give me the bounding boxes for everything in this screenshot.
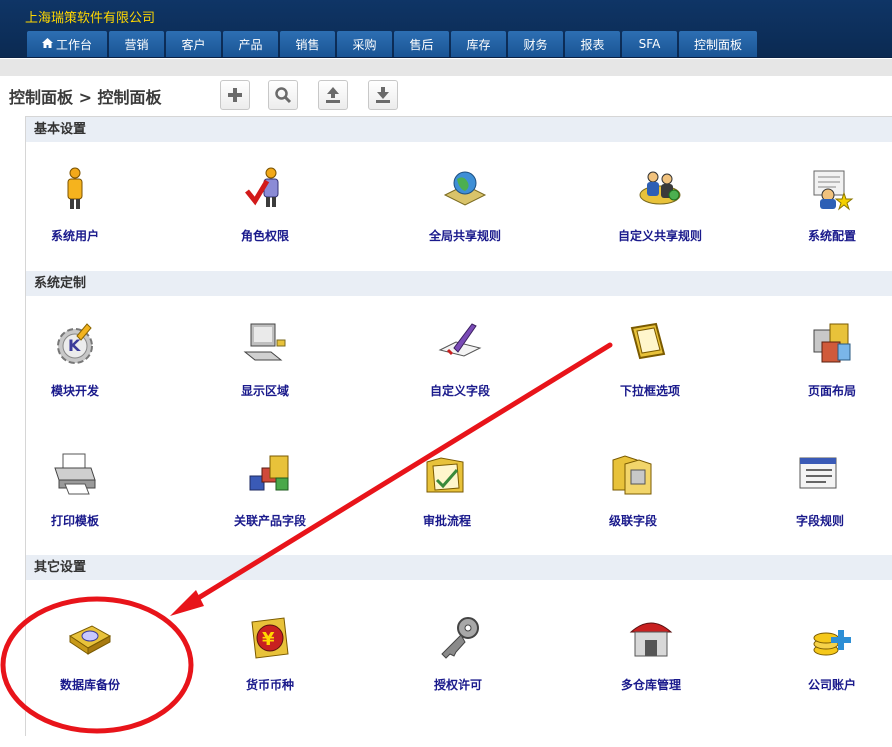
download-icon (376, 87, 390, 103)
computer-icon (243, 323, 286, 361)
item-label: 系统配置 (807, 229, 856, 243)
breadcrumb: 控制面板 > 控制面板 (9, 88, 162, 107)
nav-tab-product[interactable]: 产品 (223, 31, 278, 57)
section-basic-settings: 基本设置 (26, 117, 892, 142)
svg-text:¥: ¥ (262, 629, 275, 650)
item-label: 授权许可 (433, 678, 482, 692)
add-button[interactable] (220, 80, 250, 110)
home-icon (41, 37, 53, 51)
custom-field-icon (438, 323, 482, 357)
download-button[interactable] (368, 80, 398, 110)
main-nav: 工作台 营销 客户 产品 销售 采购 售后 库存 财务 报表 SFA 控制面板 (27, 31, 757, 57)
warehouse-icon (629, 622, 673, 657)
field-rules-icon (799, 457, 837, 489)
nav-tab-customer[interactable]: 客户 (166, 31, 221, 57)
item-label: 公司账户 (807, 678, 856, 692)
item-system-config[interactable]: 系统配置 (762, 165, 892, 244)
dropdown-options-icon (630, 322, 666, 360)
section-system-customization: 系统定制 (26, 271, 892, 296)
currency-yuan-icon: ¥ (251, 617, 289, 659)
plus-icon (228, 88, 242, 102)
item-database-backup[interactable]: 数据库备份 (20, 614, 160, 693)
item-label: 角色权限 (240, 229, 289, 243)
item-custom-share-rules[interactable]: 自定义共享规则 (590, 165, 730, 244)
item-label: 级联字段 (608, 514, 657, 528)
nav-tab-sfa[interactable]: SFA (622, 31, 677, 57)
page-layout-icon (813, 323, 851, 363)
item-global-share-rules[interactable]: 全局共享规则 (395, 165, 535, 244)
upload-icon (326, 87, 340, 103)
svg-text:K: K (68, 336, 81, 355)
database-backup-icon (68, 625, 112, 655)
item-role-permissions[interactable]: 角色权限 (195, 165, 335, 244)
nav-tab-inventory[interactable]: 库存 (451, 31, 506, 57)
item-company-account[interactable]: 公司账户 (762, 614, 892, 693)
item-label: 审批流程 (422, 514, 471, 528)
role-check-icon (245, 167, 279, 207)
item-related-product-fields[interactable]: 关联产品字段 (200, 450, 340, 529)
nav-tab-reports[interactable]: 报表 (565, 31, 620, 57)
gear-k-icon: K (57, 323, 93, 364)
search-button[interactable] (268, 80, 298, 110)
globe-share-icon (443, 171, 487, 206)
cascade-folder-icon (612, 455, 652, 495)
item-label: 下拉框选项 (619, 384, 680, 398)
item-label: 系统用户 (50, 229, 99, 243)
item-label: 自定义字段 (429, 384, 490, 398)
search-icon (275, 87, 292, 104)
item-module-dev[interactable]: K 模块开发 (5, 320, 145, 399)
product-boxes-icon (249, 455, 289, 491)
item-dropdown-options[interactable]: 下拉框选项 (580, 320, 720, 399)
item-label: 显示区域 (240, 384, 289, 398)
item-label: 字段规则 (795, 514, 844, 528)
item-label: 多仓库管理 (620, 678, 681, 692)
header-divider (0, 59, 892, 76)
group-share-icon (639, 171, 681, 205)
item-label: 页面布局 (807, 384, 856, 398)
nav-tab-purchase[interactable]: 采购 (337, 31, 392, 57)
upload-button[interactable] (318, 80, 348, 110)
coins-add-icon (813, 630, 851, 656)
nav-tab-control-panel[interactable]: 控制面板 (679, 31, 757, 57)
item-print-template[interactable]: 打印模板 (5, 450, 145, 529)
nav-tab-workbench[interactable]: 工作台 (27, 31, 107, 57)
item-field-rules[interactable]: 字段规则 (750, 450, 890, 529)
top-header: 上海瑞策软件有限公司 工作台 营销 客户 产品 销售 采购 售后 库存 财务 报… (0, 0, 892, 58)
key-icon (441, 617, 479, 659)
item-label: 关联产品字段 (233, 514, 306, 528)
nav-tab-aftersales[interactable]: 售后 (394, 31, 449, 57)
item-label: 打印模板 (50, 514, 99, 528)
item-license[interactable]: 授权许可 (388, 614, 528, 693)
nav-tab-finance[interactable]: 财务 (508, 31, 563, 57)
config-icon (813, 170, 854, 211)
item-approval-flow[interactable]: 审批流程 (377, 450, 517, 529)
nav-tab-marketing[interactable]: 营销 (109, 31, 164, 57)
item-label: 数据库备份 (59, 678, 120, 692)
item-custom-fields[interactable]: 自定义字段 (390, 320, 530, 399)
item-multi-warehouse[interactable]: 多仓库管理 (581, 614, 721, 693)
section-other-settings: 其它设置 (26, 555, 892, 580)
printer-icon (54, 453, 96, 495)
company-name: 上海瑞策软件有限公司 (25, 11, 156, 26)
item-label: 模块开发 (50, 384, 99, 398)
item-label: 自定义共享规则 (617, 229, 702, 243)
item-page-layout[interactable]: 页面布局 (762, 320, 892, 399)
item-display-area[interactable]: 显示区域 (195, 320, 335, 399)
item-system-users[interactable]: 系统用户 (5, 165, 145, 244)
item-currency[interactable]: ¥ 货币币种 (200, 614, 340, 693)
user-icon (67, 167, 83, 209)
approval-folder-icon (426, 457, 464, 493)
item-label: 全局共享规则 (428, 229, 501, 243)
item-cascade-fields[interactable]: 级联字段 (563, 450, 703, 529)
item-label: 货币币种 (245, 678, 294, 692)
nav-tab-sales[interactable]: 销售 (280, 31, 335, 57)
